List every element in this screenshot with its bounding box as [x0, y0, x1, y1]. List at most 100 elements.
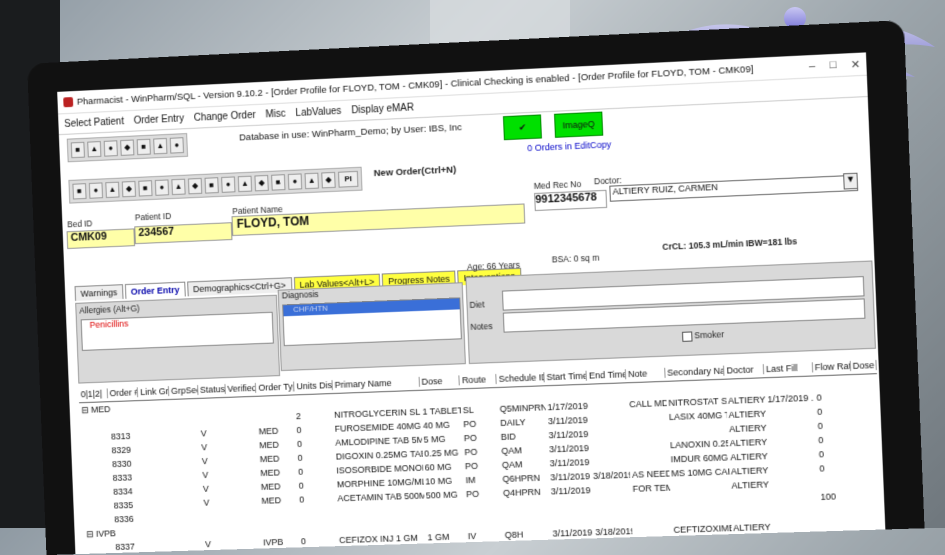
column-header[interactable]: Schedule ID	[496, 372, 545, 385]
column-header[interactable]: Doctor	[724, 364, 765, 376]
close-icon[interactable]: ✕	[851, 57, 861, 71]
table-cell: 0	[816, 406, 823, 417]
minimize-icon[interactable]: –	[809, 59, 816, 72]
allergy-item[interactable]: Penicillins	[89, 319, 128, 330]
tab-warnings[interactable]: Warnings	[74, 284, 124, 301]
table-cell: 8330	[111, 458, 132, 470]
table-cell	[226, 432, 257, 433]
column-header[interactable]: Note	[625, 367, 666, 380]
tool-icon[interactable]: ◆	[121, 180, 137, 198]
column-header[interactable]: Status	[197, 384, 226, 395]
table-cell: 8337	[115, 541, 136, 552]
allergies-list[interactable]: Penicillins	[80, 311, 274, 351]
pi-button[interactable]: PI	[338, 170, 359, 188]
tool-icon[interactable]: ■	[204, 177, 219, 194]
column-header[interactable]: Primary Name	[332, 376, 420, 391]
menu-change-order[interactable]: Change Order	[194, 109, 256, 123]
table-cell	[588, 404, 627, 405]
table-cell	[81, 437, 110, 438]
maximize-icon[interactable]: □	[829, 58, 836, 71]
tool-icon[interactable]: ■	[70, 141, 85, 159]
diagnosis-list[interactable]: CHF/HTN	[282, 297, 462, 347]
tool-icon[interactable]: ◆	[187, 177, 203, 195]
chevron-down-icon[interactable]: ▼	[843, 172, 859, 190]
table-cell	[171, 447, 200, 448]
table-cell: V	[201, 442, 208, 453]
tool-icon[interactable]: ▲	[105, 181, 120, 199]
menu-misc[interactable]: Misc	[265, 108, 286, 120]
column-header[interactable]: Units Disp	[294, 380, 333, 392]
tool-icon[interactable]: ▲	[304, 172, 319, 190]
column-header[interactable]: Dose	[419, 375, 461, 387]
table-cell: ALTIERY ...	[728, 408, 767, 420]
table-cell: 0	[819, 463, 825, 474]
column-header[interactable]: Secondary Name	[665, 365, 725, 378]
tool-icon[interactable]: ■	[136, 138, 151, 156]
tool-icon[interactable]: ◆	[254, 174, 269, 192]
table-cell: PO	[464, 460, 479, 472]
menu-order-entry[interactable]: Order Entry	[133, 113, 184, 126]
tool-icon[interactable]: ■	[271, 174, 286, 191]
new-order-label[interactable]: New Order(Ctrl+N)	[374, 164, 457, 179]
diet-label: Diet	[469, 299, 485, 310]
smoker-checkbox[interactable]	[682, 331, 693, 342]
column-header[interactable]: Start Time	[544, 370, 588, 383]
check-button[interactable]: ✔	[502, 114, 542, 141]
doctor-select[interactable]: ALTIERY RUIZ, CARMEN	[609, 174, 859, 202]
bed-id-field[interactable]: CMK09	[66, 228, 136, 250]
tool-icon[interactable]: ●	[221, 176, 236, 193]
menu-display-emar[interactable]: Display eMAR	[351, 102, 414, 116]
table-cell	[631, 502, 670, 503]
tool-icon[interactable]: ●	[88, 182, 104, 199]
table-cell	[141, 476, 172, 477]
tool-icon[interactable]: ●	[287, 173, 303, 190]
table-cell: FUROSEMIDE 40MG TAB	[334, 420, 422, 434]
column-header[interactable]: 0|1|2|	[78, 388, 108, 400]
imageq-button[interactable]: ImageQ	[554, 111, 604, 138]
menu-labvalues[interactable]: LabValues	[295, 105, 341, 118]
menu-select-patient[interactable]: Select Patient	[64, 116, 124, 130]
orders-in-editcopy[interactable]: 0 Orders in EditCopy	[527, 139, 611, 153]
column-header[interactable]: Verified	[225, 382, 257, 394]
table-cell: V	[201, 456, 208, 467]
table-cell	[858, 538, 884, 539]
med-rec-no-field[interactable]: 9912345678	[534, 189, 608, 212]
tool-icon[interactable]: ●	[169, 137, 184, 154]
tool-icon[interactable]: ◆	[321, 171, 336, 189]
tool-icon[interactable]: ▲	[237, 175, 253, 193]
tool-icon[interactable]: ●	[154, 179, 170, 196]
table-cell: SL	[462, 404, 475, 416]
table-cell: 0	[297, 452, 303, 463]
column-header[interactable]: Order Type	[256, 381, 295, 393]
column-header[interactable]: Dose	[850, 359, 877, 372]
tool-icon[interactable]: ▲	[153, 137, 168, 155]
table-cell: 0	[818, 449, 825, 460]
table-cell: QAM	[501, 459, 523, 471]
table-cell	[670, 500, 730, 502]
column-header[interactable]: Last Fill	[763, 362, 813, 375]
column-header[interactable]: Route	[459, 374, 498, 386]
tab-demographics[interactable]: Demographics<Ctrl+G>	[186, 277, 293, 297]
smoker-label: Smoker	[694, 329, 725, 341]
table-cell: 100ML	[427, 545, 456, 555]
tool-icon[interactable]: ■	[72, 183, 87, 200]
column-header[interactable]: GrpSeq	[168, 385, 199, 397]
tool-icon[interactable]: ▲	[171, 178, 186, 196]
tool-icon[interactable]: ■	[138, 180, 153, 197]
table-cell: 0	[817, 420, 823, 432]
table-cell: V	[200, 428, 207, 439]
table-cell	[820, 524, 858, 525]
table-cell	[228, 473, 259, 474]
diagnosis-item[interactable]: CHF/HTN	[283, 298, 460, 317]
table-cell	[853, 410, 879, 411]
column-header[interactable]: Flow Rate	[812, 360, 851, 373]
patient-id-field[interactable]: 234567	[134, 222, 233, 245]
tool-icon[interactable]: ◆	[120, 139, 135, 156]
tool-icon[interactable]: ●	[103, 140, 118, 157]
table-cell	[226, 445, 257, 446]
tool-icon[interactable]: ▲	[87, 141, 102, 158]
column-header[interactable]: Order #	[107, 387, 139, 399]
column-header[interactable]: End Time	[586, 369, 627, 381]
column-header[interactable]: Link Grp	[138, 386, 170, 398]
tab-order-entry[interactable]: Order Entry	[124, 281, 186, 299]
